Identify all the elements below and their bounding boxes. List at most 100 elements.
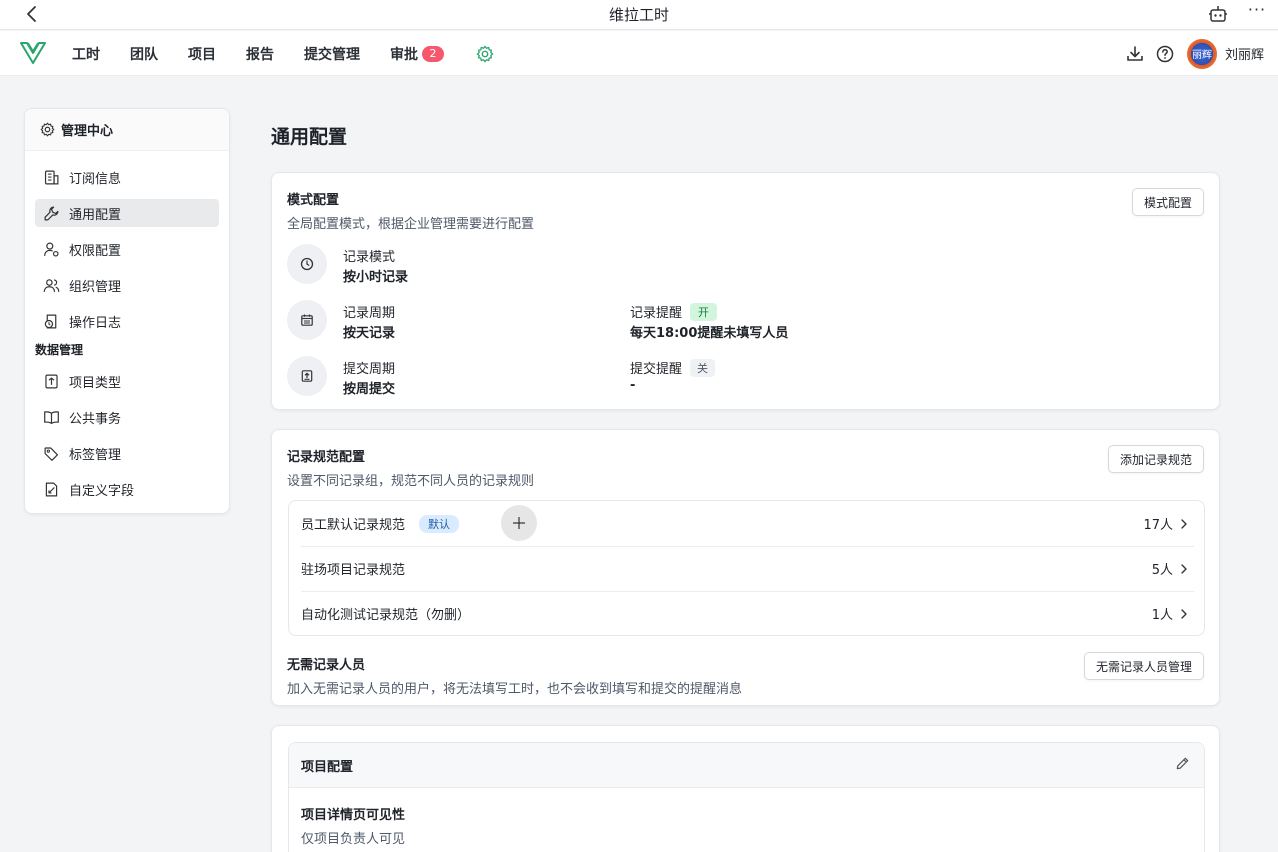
submit-reminder-value: - xyxy=(630,378,636,393)
submit-period-label: 提交周期 xyxy=(343,362,396,377)
record-rule-subtitle: 设置不同记录组，规范不同人员的记录规则 xyxy=(287,474,535,489)
default-badge: 默认 xyxy=(419,514,460,533)
nav-item-approval[interactable]: 审批 2 xyxy=(390,44,444,64)
sidebar-item-custom-field[interactable]: 自定义字段 xyxy=(35,475,219,503)
sidebar-item-permission[interactable]: 权限配置 xyxy=(35,235,219,263)
record-reminder-label: 记录提醒 xyxy=(630,306,683,321)
sidebar-header: 管理中心 xyxy=(25,109,229,151)
approval-count-badge: 2 xyxy=(422,45,444,62)
nav-label: 项目 xyxy=(188,46,216,63)
submit-reminder-label: 提交提醒 xyxy=(630,362,683,377)
list-item[interactable]: 驻场项目记录规范 5人 xyxy=(301,546,1194,591)
record-rule-card: 记录规范配置 设置不同记录组，规范不同人员的记录规则 添加记录规范 员工默认记录… xyxy=(271,429,1220,706)
rule-name: 员工默认记录规范 xyxy=(301,518,406,533)
exempt-users-subtitle: 加入无需记录人员的用户，将无法填写工时，也不会收到填写和提交的提醒消息 xyxy=(287,682,743,697)
project-config-header: 项目配置 xyxy=(289,743,1204,788)
mode-config-button[interactable]: 模式配置 xyxy=(1131,188,1204,216)
project-visibility-title: 项目详情页可见性 xyxy=(301,808,406,823)
project-visibility-value: 仅项目负责人可见 xyxy=(301,832,406,847)
users-icon xyxy=(43,278,60,292)
book-icon xyxy=(44,410,59,424)
sidebar-item-label: 标签管理 xyxy=(69,447,122,463)
rule-member-count: 1人 xyxy=(1152,604,1190,623)
gear-icon xyxy=(40,122,55,137)
record-rule-list: 员工默认记录规范 默认 17人 驻场项目记录规范 5人 自动化测试记录规范（勿删… xyxy=(288,500,1205,636)
rule-name: 自动化测试记录规范（勿删） xyxy=(301,608,471,623)
exempt-users-manage-button[interactable]: 无需记录人员管理 xyxy=(1083,652,1204,680)
gear-icon[interactable] xyxy=(476,45,494,63)
sidebar-group-data-management: 数据管理 xyxy=(35,343,84,357)
nav-item-report[interactable]: 报告 xyxy=(246,44,274,64)
submit-reminder-status-badge: 关 xyxy=(690,358,716,377)
avatar[interactable]: 丽辉 xyxy=(1186,38,1217,69)
title-bar: 维拉工时 ··· xyxy=(0,0,1278,30)
sidebar-item-label: 自定义字段 xyxy=(69,483,135,499)
chevron-right-icon xyxy=(1181,563,1187,574)
chevron-right-icon xyxy=(1181,608,1187,619)
top-navigation: 工时 团队 项目 报告 提交管理 审批 2 丽辉 刘丽辉 xyxy=(0,31,1278,76)
sidebar-item-project-type[interactable]: 项目类型 xyxy=(35,367,219,395)
nav-label: 提交管理 xyxy=(304,46,360,63)
log-icon xyxy=(44,314,57,328)
nav-right-actions: 丽辉 刘丽辉 xyxy=(1125,31,1264,76)
rule-name: 驻场项目记录规范 xyxy=(301,563,406,578)
nav-label: 团队 xyxy=(130,46,158,63)
project-config-title: 项目配置 xyxy=(301,759,354,775)
calendar-icon xyxy=(301,314,313,326)
user-name[interactable]: 刘丽辉 xyxy=(1225,44,1264,63)
robot-icon[interactable] xyxy=(1208,4,1228,24)
nav-item-project[interactable]: 项目 xyxy=(188,44,216,64)
nav-label: 报告 xyxy=(246,46,274,63)
count-text: 1人 xyxy=(1151,608,1173,623)
sidebar-item-label: 项目类型 xyxy=(69,375,122,391)
list-item[interactable]: 员工默认记录规范 默认 17人 xyxy=(301,501,1194,546)
nav-label: 审批 xyxy=(390,46,418,63)
record-period-value: 按天记录 xyxy=(343,326,396,341)
edit-pencil-icon[interactable] xyxy=(1175,756,1190,771)
calendar-icon-wrap xyxy=(287,300,327,340)
nav-label: 工时 xyxy=(72,46,100,63)
sidebar-item-public-affairs[interactable]: 公共事务 xyxy=(35,403,219,431)
help-icon[interactable] xyxy=(1155,44,1175,64)
sidebar-item-label: 通用配置 xyxy=(69,207,122,223)
app-logo-icon[interactable] xyxy=(19,40,47,66)
record-reminder-status-badge: 开 xyxy=(690,302,718,321)
nav-item-submission[interactable]: 提交管理 xyxy=(304,44,360,64)
sidebar-item-label: 订阅信息 xyxy=(69,171,122,187)
admin-sidebar: 管理中心 订阅信息 通用配置 权限配置 组织管理 操作日志 数据管理 项目类型 xyxy=(24,108,230,514)
record-mode-value: 按小时记录 xyxy=(343,270,409,285)
sidebar-item-label: 公共事务 xyxy=(69,411,122,427)
count-text: 17人 xyxy=(1143,518,1173,533)
submit-reminder-row: 提交提醒 关 xyxy=(630,358,716,377)
more-menu-icon[interactable]: ··· xyxy=(1246,2,1268,23)
count-text: 5人 xyxy=(1151,563,1173,578)
project-config-box: 项目配置 项目详情页可见性 仅项目负责人可见 xyxy=(288,742,1205,852)
sidebar-item-operation-log[interactable]: 操作日志 xyxy=(35,307,219,335)
sidebar-item-tag-management[interactable]: 标签管理 xyxy=(35,439,219,467)
record-period-label: 记录周期 xyxy=(343,306,396,321)
mode-config-card: 模式配置 全局配置模式，根据企业管理需要进行配置 模式配置 记录模式 按小时记录… xyxy=(271,172,1220,410)
nav-item-team[interactable]: 团队 xyxy=(130,44,158,64)
custom-field-icon xyxy=(45,482,58,496)
record-mode-label: 记录模式 xyxy=(343,250,396,265)
record-rule-title: 记录规范配置 xyxy=(287,450,366,465)
download-icon[interactable] xyxy=(1125,44,1145,64)
project-config-card: 项目配置 项目详情页可见性 仅项目负责人可见 xyxy=(271,725,1220,852)
mode-config-subtitle: 全局配置模式，根据企业管理需要进行配置 xyxy=(287,217,535,232)
list-item[interactable]: 自动化测试记录规范（勿删） 1人 xyxy=(301,591,1194,636)
sidebar-item-general-config[interactable]: 通用配置 xyxy=(35,199,219,227)
nav-item-timesheet[interactable]: 工时 xyxy=(72,44,100,64)
wrench-icon xyxy=(44,206,59,220)
back-arrow-icon[interactable] xyxy=(22,4,42,24)
window-title: 维拉工时 xyxy=(608,6,669,24)
tag-icon xyxy=(44,446,59,461)
nav-items: 工时 团队 项目 报告 提交管理 审批 2 xyxy=(72,31,494,76)
upload-icon-wrap xyxy=(287,356,327,396)
sidebar-item-organization[interactable]: 组织管理 xyxy=(35,271,219,299)
add-record-rule-button[interactable]: 添加记录规范 xyxy=(1107,445,1204,473)
chevron-right-icon xyxy=(1181,518,1187,529)
mode-config-title: 模式配置 xyxy=(287,193,340,208)
record-reminder-value: 每天18:00提醒未填写人员 xyxy=(630,326,789,341)
project-type-icon xyxy=(45,374,58,388)
sidebar-item-subscription[interactable]: 订阅信息 xyxy=(35,163,219,191)
